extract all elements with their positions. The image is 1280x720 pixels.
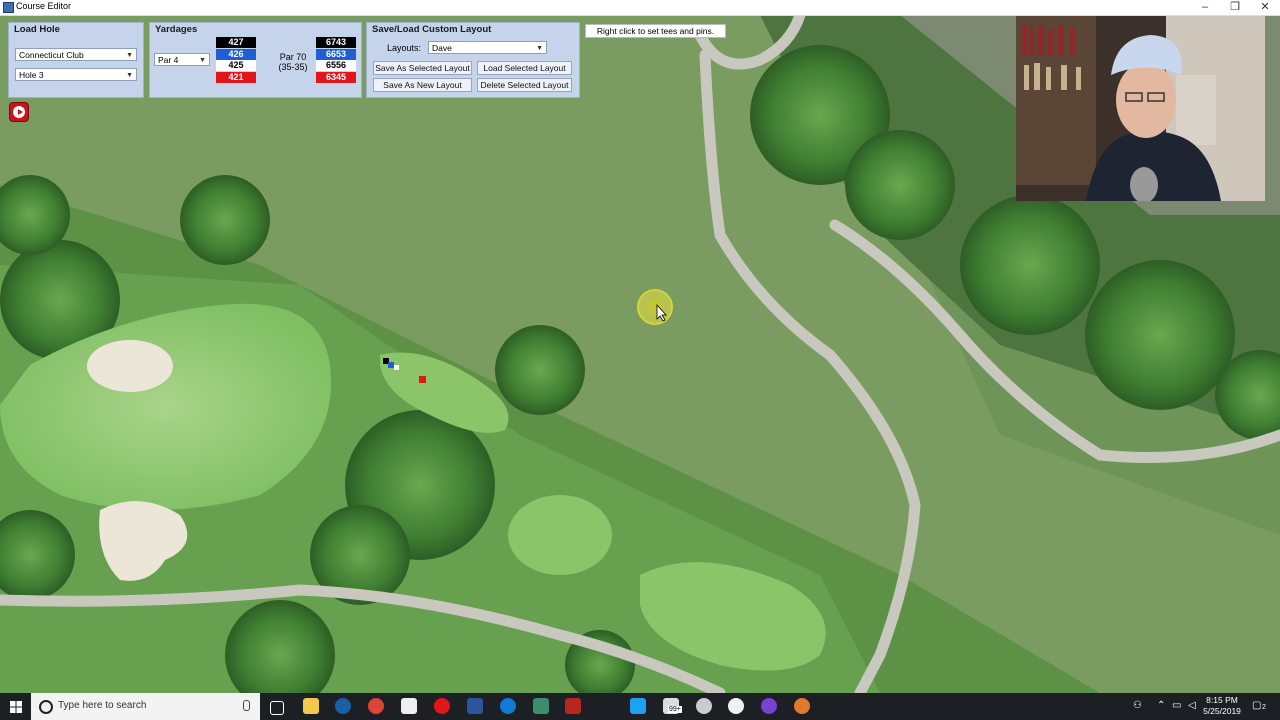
custom-layout-panel: Save/Load Custom Layout Layouts: Dave ▼ … [366, 22, 580, 98]
hole-yardage-white: 425 [216, 60, 256, 71]
title-bar: Course Editor – ❐ ✕ [0, 0, 1280, 16]
hole-select-value: Hole 3 [19, 70, 44, 80]
yardages-title: Yardages [155, 24, 198, 35]
course-yardage-black: 6743 [316, 37, 356, 48]
course-select-value: Connecticut Club [19, 50, 84, 60]
tee-marker-blue[interactable] [388, 362, 394, 368]
course-yardage-white: 6556 [316, 60, 356, 71]
chrome-icon[interactable] [368, 698, 384, 714]
chevron-up-icon[interactable]: ⌃ [1157, 700, 1165, 711]
course-par: Par 70 [279, 52, 307, 62]
window-title: Course Editor [16, 1, 72, 11]
course-yardage-red: 6345 [316, 72, 356, 83]
layouts-select[interactable]: Dave ▼ [428, 41, 547, 54]
save-as-selected-layout-button[interactable]: Save As Selected Layout [373, 61, 472, 75]
hole-yardage-black: 427 [216, 37, 256, 48]
app-icon [3, 2, 14, 13]
chevron-down-icon: ▼ [199, 57, 206, 64]
steam-icon[interactable] [335, 698, 351, 714]
system-clock[interactable]: 8:15 PM 5/25/2019 [1200, 695, 1244, 717]
restore-button[interactable]: ❐ [1220, 0, 1250, 15]
hole-yardage-red: 421 [216, 72, 256, 83]
hint-label: Right click to set tees and pins. [585, 24, 726, 38]
load-hole-panel: Load Hole Connecticut Club ▼ Hole 3 ▼ [8, 22, 144, 98]
course-yardage-blue: 6653 [316, 49, 356, 60]
user-icon[interactable]: ⚇ [1133, 700, 1142, 711]
webcam-image [1016, 15, 1265, 201]
store-icon[interactable] [401, 698, 417, 714]
chevron-down-icon: ▼ [126, 52, 133, 59]
golf-ball-icon[interactable] [728, 698, 744, 714]
hole-select[interactable]: Hole 3 ▼ [15, 68, 137, 81]
taskbar: Type here to search 99+ ⚇ ⌃ ▭ ◁ 8:15 PM … [0, 693, 1280, 720]
tee-marker-white[interactable] [394, 365, 399, 370]
volume-icon[interactable]: ◁ [1188, 700, 1196, 711]
minimize-button[interactable]: – [1190, 0, 1220, 15]
delete-selected-layout-button[interactable]: Delete Selected Layout [477, 78, 572, 92]
opera-icon[interactable] [434, 698, 450, 714]
search-placeholder: Type here to search [58, 700, 147, 711]
layouts-label: Layouts: [387, 43, 422, 53]
play-button[interactable] [9, 102, 29, 122]
tee-marker-red[interactable] [419, 376, 426, 383]
par-select[interactable]: Par 4 ▼ [154, 53, 210, 66]
edge-icon[interactable] [500, 698, 516, 714]
cortana-icon [39, 700, 53, 714]
task-view-icon[interactable] [270, 701, 284, 715]
clock-time: 8:15 PM [1206, 695, 1238, 705]
yardages-panel: Yardages Par 4 ▼ 427 426 425 421 Par 70 … [149, 22, 362, 98]
layouts-select-value: Dave [432, 43, 452, 53]
app-icon[interactable] [565, 698, 581, 714]
clock-date: 5/25/2019 [1203, 706, 1241, 716]
bunker-1 [87, 340, 173, 392]
app-icon[interactable] [467, 698, 483, 714]
baseball-icon[interactable] [696, 698, 712, 714]
custom-layout-title: Save/Load Custom Layout [372, 24, 492, 35]
file-explorer-icon[interactable] [303, 698, 319, 714]
twitter-icon[interactable] [630, 698, 646, 714]
webcam-overlay [1016, 15, 1265, 201]
basketball-icon[interactable] [794, 698, 810, 714]
badge-count: 99+ [668, 706, 682, 713]
course-select[interactable]: Connecticut Club ▼ [15, 48, 137, 61]
save-as-new-layout-button[interactable]: Save As New Layout [373, 78, 472, 92]
chevron-down-icon: ▼ [536, 45, 543, 52]
load-hole-title: Load Hole [14, 24, 60, 35]
start-button[interactable] [10, 701, 22, 713]
load-selected-layout-button[interactable]: Load Selected Layout [477, 61, 572, 75]
microphone-icon [243, 700, 250, 711]
app-icon[interactable] [761, 698, 777, 714]
play-icon [13, 106, 25, 118]
taskbar-search[interactable]: Type here to search [31, 693, 260, 720]
course-par-split: (35-35) [278, 62, 308, 72]
network-icon[interactable]: ▭ [1172, 700, 1181, 711]
app-icon[interactable]: 99+ [663, 698, 682, 714]
notification-icon[interactable]: ▢ [1252, 700, 1261, 711]
chevron-down-icon: ▼ [126, 72, 133, 79]
notification-count: 2 [1262, 704, 1266, 711]
close-button[interactable]: ✕ [1250, 0, 1280, 15]
windows-icon [10, 701, 22, 713]
app-icon[interactable] [533, 698, 549, 714]
hole-yardage-blue: 426 [216, 49, 256, 60]
par-select-value: Par 4 [158, 55, 179, 65]
fairway-patch-1 [508, 495, 612, 575]
